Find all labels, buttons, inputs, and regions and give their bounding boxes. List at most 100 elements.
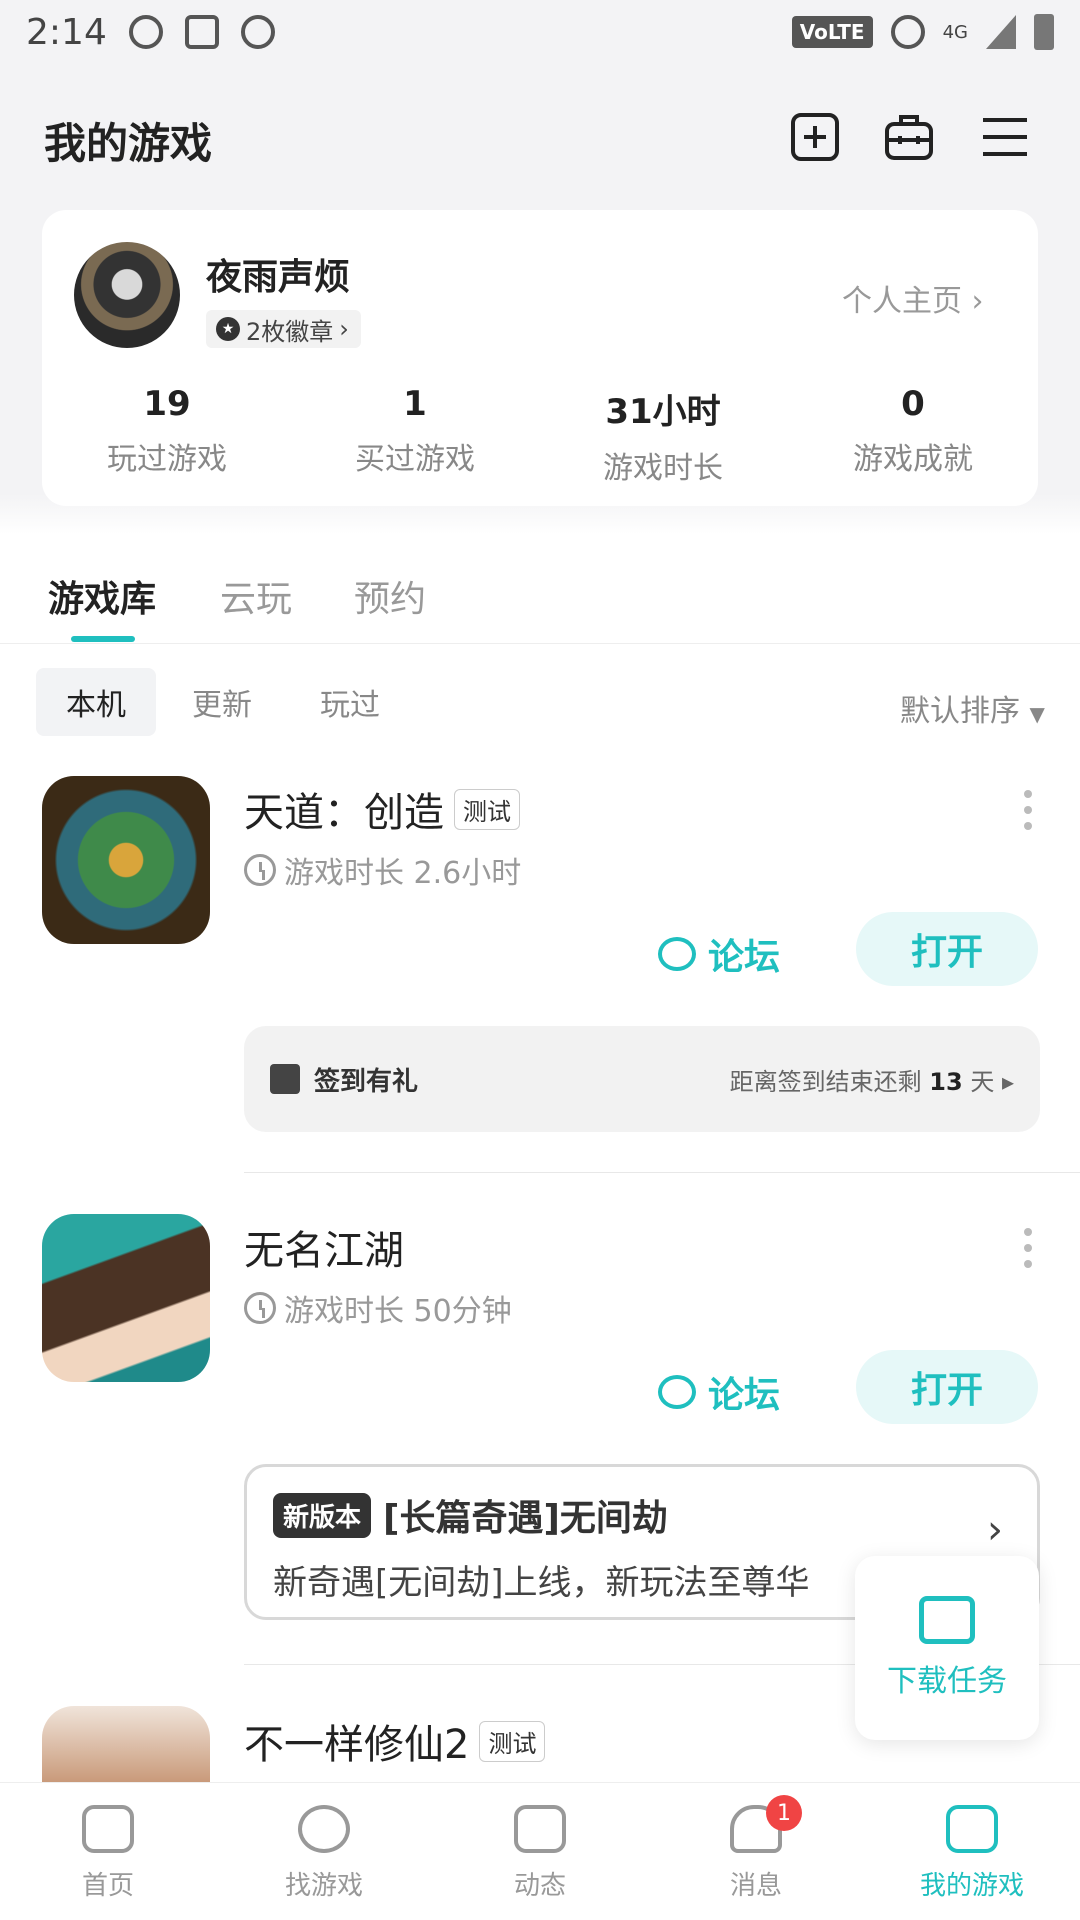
dnd-icon — [890, 15, 925, 49]
tab-bar — [0, 540, 1080, 644]
game-name: 天道：创造 — [244, 790, 444, 836]
new-version-badge: 新版本 — [273, 1492, 372, 1538]
clock-icon — [244, 1292, 276, 1324]
status-time: 2:14 — [26, 11, 107, 53]
toolbox-icon[interactable] — [884, 112, 934, 162]
news-title: [长篇奇遇]无间劫 — [383, 1498, 668, 1539]
badges-label: 2枚徽章 — [246, 317, 334, 346]
game-icon[interactable] — [42, 776, 210, 944]
username: 夜雨声烦 — [206, 257, 351, 298]
volte-badge: VoLTE — [791, 16, 873, 48]
open-button[interactable]: 打开 — [856, 912, 1038, 986]
nav-label: 消息 — [729, 1871, 782, 1901]
avatar[interactable] — [74, 242, 180, 348]
game-duration: 游戏时长 2.6小时 — [244, 848, 521, 892]
more-icon[interactable] — [1024, 1228, 1032, 1268]
sort-dropdown[interactable]: 默认排序 ▼ — [900, 686, 1045, 730]
forum-icon — [658, 1375, 696, 1409]
game-duration: 游戏时长 50分钟 — [244, 1286, 512, 1330]
signin-label: 签到有礼 — [314, 1066, 419, 1097]
sort-label: 默认排序 — [900, 694, 1020, 729]
gift-icon — [270, 1064, 300, 1094]
game-title[interactable]: 不一样修仙2 测试 — [244, 1712, 546, 1770]
planet-icon — [298, 1805, 350, 1853]
chevron-right-icon: › — [987, 1507, 1003, 1553]
nav-my-games[interactable]: 我的游戏 — [864, 1783, 1080, 1920]
stat-achievements[interactable]: 0 游戏成就 — [788, 384, 1038, 478]
forum-icon — [658, 937, 696, 971]
signin-suffix: 天 — [970, 1067, 995, 1096]
more-icon[interactable] — [1024, 790, 1032, 830]
signin-prefix: 距离签到结束还剩 — [729, 1067, 922, 1096]
divider — [244, 1172, 1080, 1173]
download-tasks-button[interactable]: 下载任务 — [855, 1556, 1039, 1740]
record-icon — [128, 15, 163, 49]
bottom-nav: 首页 找游戏 动态 1 消息 我的游戏 — [0, 1782, 1080, 1920]
tab-indicator — [71, 636, 135, 642]
tab-reservation[interactable]: 预约 — [354, 570, 426, 622]
message-square-icon — [514, 1805, 566, 1853]
homepage-link[interactable]: 个人主页 › — [842, 276, 984, 320]
nav-discover[interactable]: 找游戏 — [216, 1783, 432, 1920]
nav-label: 首页 — [81, 1871, 134, 1901]
game-icon[interactable] — [42, 1706, 210, 1782]
stat-value: 0 — [901, 384, 925, 424]
test-tag: 测试 — [454, 788, 520, 830]
chevron-right-icon: › — [971, 284, 984, 319]
menu-icon[interactable] — [980, 112, 1030, 162]
caret-right-icon: ▸ — [1001, 1067, 1014, 1096]
gamepad-icon — [946, 1805, 998, 1853]
homepage-label: 个人主页 — [842, 284, 962, 319]
signin-days: 13 — [929, 1067, 963, 1096]
forum-button[interactable]: 论坛 — [658, 928, 780, 980]
forum-label: 论坛 — [708, 937, 781, 978]
nav-label: 动态 — [513, 1871, 566, 1901]
signin-banner[interactable]: 签到有礼 距离签到结束还剩 13 天 ▸ — [244, 1026, 1040, 1132]
chevron-right-icon: › — [339, 315, 349, 343]
unread-badge: 1 — [766, 1795, 802, 1831]
stat-label: 玩过游戏 — [107, 442, 227, 477]
clock-icon — [244, 854, 276, 886]
tab-library[interactable]: 游戏库 — [48, 570, 156, 622]
stat-playtime[interactable]: 31小时 游戏时长 — [538, 384, 788, 487]
subtab-update[interactable]: 更新 — [162, 668, 282, 736]
stat-bought[interactable]: 1 买过游戏 — [290, 384, 540, 478]
tab-cloud[interactable]: 云玩 — [220, 570, 292, 622]
nav-feed[interactable]: 动态 — [432, 1783, 648, 1920]
stat-value: 1 — [403, 384, 427, 424]
stat-value: 31小时 — [605, 392, 721, 432]
caret-down-icon: ▼ — [1029, 702, 1045, 726]
stat-label: 游戏时长 — [603, 451, 723, 486]
forum-label: 论坛 — [708, 1375, 781, 1416]
nav-messages[interactable]: 1 消息 — [648, 1783, 864, 1920]
location-icon — [240, 15, 275, 49]
nav-label: 找游戏 — [284, 1871, 363, 1901]
home-icon — [82, 1805, 134, 1853]
nav-label: 我的游戏 — [919, 1871, 1024, 1901]
medal-icon: ★ — [216, 317, 240, 341]
download-icon — [919, 1596, 975, 1644]
stat-value: 19 — [143, 384, 191, 424]
signal-icon — [986, 15, 1016, 49]
notification-icon — [184, 15, 219, 49]
game-title[interactable]: 天道：创造 测试 — [244, 780, 520, 838]
status-bar: 2:14 VoLTE 4G — [0, 0, 1080, 64]
add-icon[interactable] — [790, 112, 840, 162]
nav-home[interactable]: 首页 — [0, 1783, 216, 1920]
subtab-played[interactable]: 玩过 — [290, 668, 410, 736]
stat-label: 游戏成就 — [853, 442, 973, 477]
game-title[interactable]: 无名江湖 — [244, 1218, 404, 1276]
open-button[interactable]: 打开 — [856, 1350, 1038, 1424]
stat-played[interactable]: 19 玩过游戏 — [42, 384, 292, 478]
subtab-local[interactable]: 本机 — [36, 668, 156, 736]
game-name: 不一样修仙2 — [244, 1722, 470, 1768]
duration-text: 游戏时长 2.6小时 — [284, 856, 522, 891]
battery-icon — [1034, 14, 1054, 50]
page-title: 我的游戏 — [44, 119, 213, 168]
stat-label: 买过游戏 — [355, 442, 475, 477]
forum-button[interactable]: 论坛 — [658, 1366, 780, 1418]
network-label: 4G — [942, 21, 968, 43]
game-icon[interactable] — [42, 1214, 210, 1382]
badges-link[interactable]: ★ 2枚徽章 › — [206, 310, 361, 348]
game-name: 无名江湖 — [244, 1228, 404, 1274]
